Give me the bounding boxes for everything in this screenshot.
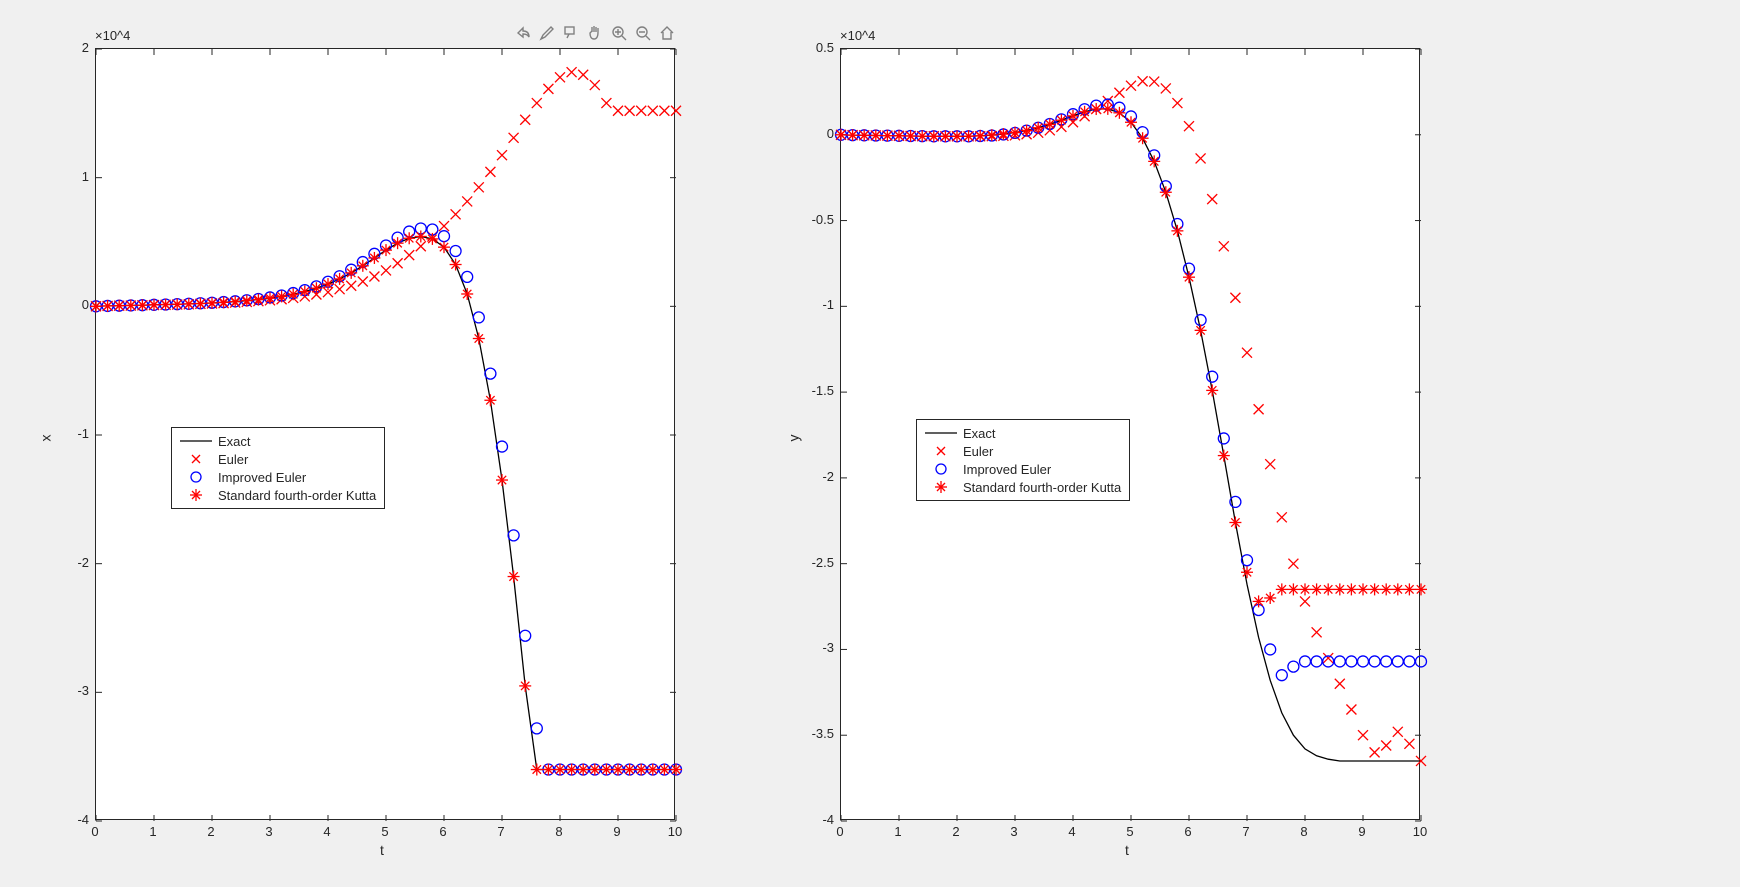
- y-exponent: ×10^4: [95, 28, 130, 43]
- xlabel: t: [380, 842, 384, 858]
- data-tip-icon[interactable]: [560, 22, 582, 44]
- axes-x[interactable]: Exact Euler Improved Euler Standard four…: [95, 48, 675, 820]
- legend-entry: Standard fourth-order Kutta: [925, 478, 1121, 496]
- ytick-label: -4: [57, 812, 89, 827]
- ytick-label: -2: [57, 555, 89, 570]
- brush-icon[interactable]: [536, 22, 558, 44]
- axes-toolbar: [512, 22, 678, 44]
- legend-entry: Exact: [925, 424, 1121, 442]
- axes-y[interactable]: Exact Euler Improved Euler Standard four…: [840, 48, 1420, 820]
- xtick-label: 5: [375, 824, 395, 839]
- xtick-label: 3: [259, 824, 279, 839]
- zoom-in-icon[interactable]: [608, 22, 630, 44]
- xtick-label: 10: [665, 824, 685, 839]
- legend-entry: Exact: [180, 432, 376, 450]
- xtick-label: 9: [607, 824, 627, 839]
- ytick-label: -3.5: [802, 726, 834, 741]
- figure: Exact Euler Improved Euler Standard four…: [0, 0, 1740, 887]
- legend-label: Standard fourth-order Kutta: [963, 480, 1121, 495]
- legend-entry: Improved Euler: [925, 460, 1121, 478]
- legend-entry: Euler: [180, 450, 376, 468]
- ytick-label: -2.5: [802, 555, 834, 570]
- xtick-label: 7: [491, 824, 511, 839]
- ytick-label: -0.5: [802, 212, 834, 227]
- ytick-label: 1: [57, 169, 89, 184]
- y-exponent: ×10^4: [840, 28, 875, 43]
- legend-label: Improved Euler: [963, 462, 1051, 477]
- ytick-label: -1: [802, 297, 834, 312]
- home-icon[interactable]: [656, 22, 678, 44]
- xtick-label: 3: [1004, 824, 1024, 839]
- legend-label: Standard fourth-order Kutta: [218, 488, 376, 503]
- xtick-label: 1: [888, 824, 908, 839]
- xtick-label: 1: [143, 824, 163, 839]
- legend-entry: Improved Euler: [180, 468, 376, 486]
- ytick-label: -1.5: [802, 383, 834, 398]
- ytick-label: 2: [57, 40, 89, 55]
- xtick-label: 8: [549, 824, 569, 839]
- xtick-label: 8: [1294, 824, 1314, 839]
- xtick-label: 7: [1236, 824, 1256, 839]
- legend[interactable]: Exact Euler Improved Euler Standard four…: [916, 419, 1130, 501]
- pan-icon[interactable]: [584, 22, 606, 44]
- ylabel: x: [38, 435, 54, 442]
- legend-label: Euler: [218, 452, 248, 467]
- share-icon[interactable]: [512, 22, 534, 44]
- ytick-label: 0: [802, 126, 834, 141]
- legend-label: Exact: [963, 426, 996, 441]
- ytick-label: 0.5: [802, 40, 834, 55]
- legend-label: Euler: [963, 444, 993, 459]
- xtick-label: 2: [946, 824, 966, 839]
- legend-label: Exact: [218, 434, 251, 449]
- xtick-label: 4: [317, 824, 337, 839]
- legend-label: Improved Euler: [218, 470, 306, 485]
- xtick-label: 6: [433, 824, 453, 839]
- ytick-label: -3: [57, 683, 89, 698]
- xtick-label: 4: [1062, 824, 1082, 839]
- ytick-label: -2: [802, 469, 834, 484]
- ylabel: y: [786, 435, 802, 442]
- zoom-out-icon[interactable]: [632, 22, 654, 44]
- ytick-label: -3: [802, 640, 834, 655]
- xtick-label: 5: [1120, 824, 1140, 839]
- legend-entry: Standard fourth-order Kutta: [180, 486, 376, 504]
- xtick-label: 6: [1178, 824, 1198, 839]
- legend[interactable]: Exact Euler Improved Euler Standard four…: [171, 427, 385, 509]
- ytick-label: 0: [57, 297, 89, 312]
- ytick-label: -4: [802, 812, 834, 827]
- xtick-label: 10: [1410, 824, 1430, 839]
- xtick-label: 9: [1352, 824, 1372, 839]
- legend-entry: Euler: [925, 442, 1121, 460]
- xtick-label: 2: [201, 824, 221, 839]
- ytick-label: -1: [57, 426, 89, 441]
- xlabel: t: [1125, 842, 1129, 858]
